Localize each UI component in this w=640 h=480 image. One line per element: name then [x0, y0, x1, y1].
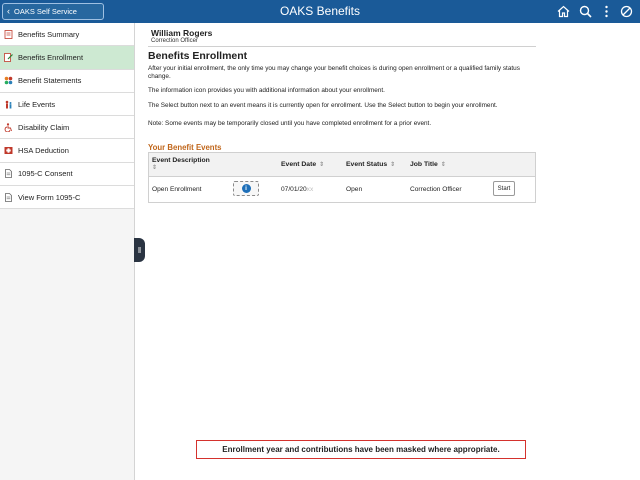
header-divider	[148, 46, 536, 47]
sidebar-collapse-handle[interactable]: ‖	[134, 238, 145, 262]
note-paragraph: Note: Some events may be temporarily clo…	[148, 120, 432, 127]
header-bar: ‹ OAKS Self Service OAKS Benefits	[0, 0, 640, 23]
sidebar-item-label: Benefits Summary	[18, 29, 80, 39]
sidebar-item-benefit-statements[interactable]: Benefit Statements	[0, 69, 134, 93]
sidebar-item-label: Benefit Statements	[18, 76, 82, 86]
masking-notice: Enrollment year and contributions have b…	[196, 440, 526, 459]
more-options-icon[interactable]	[599, 4, 614, 19]
table-header: Event Description ⇕ Event Date ⇕ Event St…	[149, 153, 535, 177]
column-header-event-status[interactable]: Event Status ⇕	[346, 161, 395, 168]
event-date: 07/01/20xx	[281, 186, 314, 193]
event-description: Open Enrollment	[152, 186, 202, 193]
sort-icon: ⇕	[152, 165, 158, 171]
sidebar-item-label: HSA Deduction	[18, 146, 69, 156]
start-button[interactable]: Start	[493, 181, 515, 196]
benefits-summary-icon	[4, 29, 13, 39]
search-icon[interactable]	[578, 4, 593, 19]
document-icon	[4, 192, 13, 202]
section-title: Your Benefit Events	[148, 143, 222, 152]
life-events-icon	[4, 100, 13, 109]
select-paragraph: The Select button next to an event means…	[148, 102, 498, 109]
sort-icon: ⇕	[319, 162, 325, 168]
sort-icon: ⇕	[390, 162, 396, 168]
sidebar-item-label: 1095-C Consent	[18, 169, 73, 179]
intro-paragraph: After your initial enrollment, the only …	[148, 65, 520, 81]
column-header-job-title[interactable]: Job Title ⇕	[410, 161, 446, 168]
sidebar-item-view-form-1095c[interactable]: View Form 1095-C	[0, 186, 134, 210]
sidebar-item-label: Benefits Enrollment	[18, 52, 84, 62]
collapse-bars-icon: ‖	[137, 245, 142, 255]
sidebar-item-label: View Form 1095-C	[18, 192, 81, 202]
employee-name: William Rogers	[151, 28, 213, 38]
sidebar-item-disability-claim[interactable]: Disability Claim	[0, 116, 134, 140]
info-icon: i	[241, 184, 251, 193]
chevron-left-icon: ‹	[7, 6, 10, 16]
info-paragraph: The information icon provides you with a…	[148, 87, 385, 94]
back-button-label: OAKS Self Service	[14, 7, 77, 16]
home-icon[interactable]	[556, 4, 571, 19]
sidebar-item-hsa-deduction[interactable]: HSA Deduction	[0, 139, 134, 163]
benefit-statements-icon	[4, 76, 13, 85]
sort-icon: ⇕	[440, 162, 446, 168]
column-header-event-date[interactable]: Event Date ⇕	[281, 161, 324, 168]
benefit-events-table: Event Description ⇕ Event Date ⇕ Event St…	[148, 152, 536, 203]
event-status: Open	[346, 186, 363, 193]
masked-year: xx	[306, 186, 314, 193]
sidebar-item-1095c-consent[interactable]: 1095-C Consent	[0, 162, 134, 187]
employee-job: Correction Officer	[151, 38, 198, 44]
back-button[interactable]: ‹ OAKS Self Service	[2, 3, 104, 20]
document-icon	[4, 169, 13, 179]
sidebar-nav: Benefits Summary Benefits Enrollment Ben…	[0, 23, 135, 480]
info-button[interactable]: i	[233, 181, 259, 196]
no-symbol-icon[interactable]	[619, 4, 634, 19]
sidebar-item-label: Life Events	[18, 99, 56, 109]
event-job-title: Correction Officer	[410, 186, 462, 193]
column-header-event-description[interactable]: Event Description ⇕	[152, 157, 210, 171]
page-title: Benefits Enrollment	[148, 50, 248, 62]
sidebar-item-life-events[interactable]: Life Events	[0, 92, 134, 117]
disability-icon	[4, 123, 13, 132]
sidebar-item-benefits-summary[interactable]: Benefits Summary	[0, 23, 134, 47]
benefits-enrollment-icon	[4, 53, 13, 62]
sidebar-item-label: Disability Claim	[18, 122, 70, 132]
sidebar-item-benefits-enrollment[interactable]: Benefits Enrollment	[0, 46, 134, 70]
hsa-icon	[4, 146, 13, 155]
